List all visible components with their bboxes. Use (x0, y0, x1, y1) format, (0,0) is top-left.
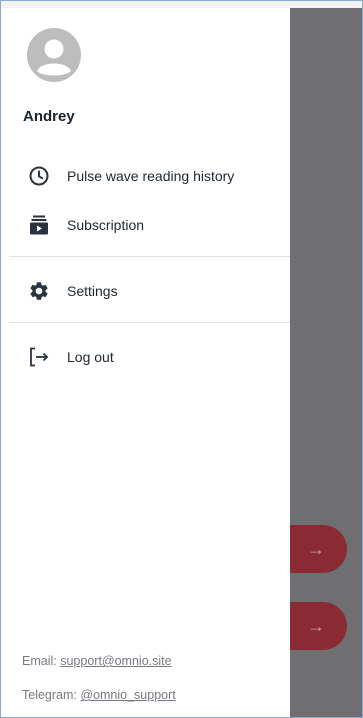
navigation-drawer: Andrey Pulse wave reading history Subscr… (9, 8, 290, 717)
menu-item-label: Log out (67, 349, 114, 365)
clock-icon (28, 165, 50, 187)
email-link[interactable]: support@omnio.site (60, 654, 171, 668)
status-bar (1, 1, 362, 8)
menu-item-label: Subscription (67, 217, 145, 233)
menu-item-subscription[interactable]: Subscription (9, 205, 290, 245)
menu-item-history[interactable]: Pulse wave reading history (9, 156, 290, 196)
menu-item-logout[interactable]: Log out (9, 337, 290, 377)
telegram-link[interactable]: @omnio_support (80, 688, 175, 702)
menu-item-settings[interactable]: Settings (9, 271, 290, 311)
telegram-contact: Telegram: @omnio_support (22, 688, 176, 702)
logout-icon (28, 346, 50, 368)
email-contact: Email: support@omnio.site (22, 654, 172, 668)
menu-divider (9, 322, 290, 323)
telegram-prefix: Telegram: (22, 688, 77, 702)
email-prefix: Email: (22, 654, 57, 668)
menu-divider (9, 256, 290, 257)
menu-item-label: Pulse wave reading history (67, 168, 235, 184)
account-circle-icon[interactable] (27, 28, 81, 82)
arrow-right-icon: → (307, 615, 325, 636)
subscription-icon (28, 214, 50, 236)
user-name: Andrey (23, 108, 75, 125)
app-screen: → → Andrey Pulse wave reading history Su… (0, 0, 363, 718)
menu-item-label: Settings (67, 283, 118, 299)
arrow-right-icon: → (307, 538, 325, 559)
drawer-edge (1, 8, 9, 717)
gear-icon (28, 280, 50, 302)
